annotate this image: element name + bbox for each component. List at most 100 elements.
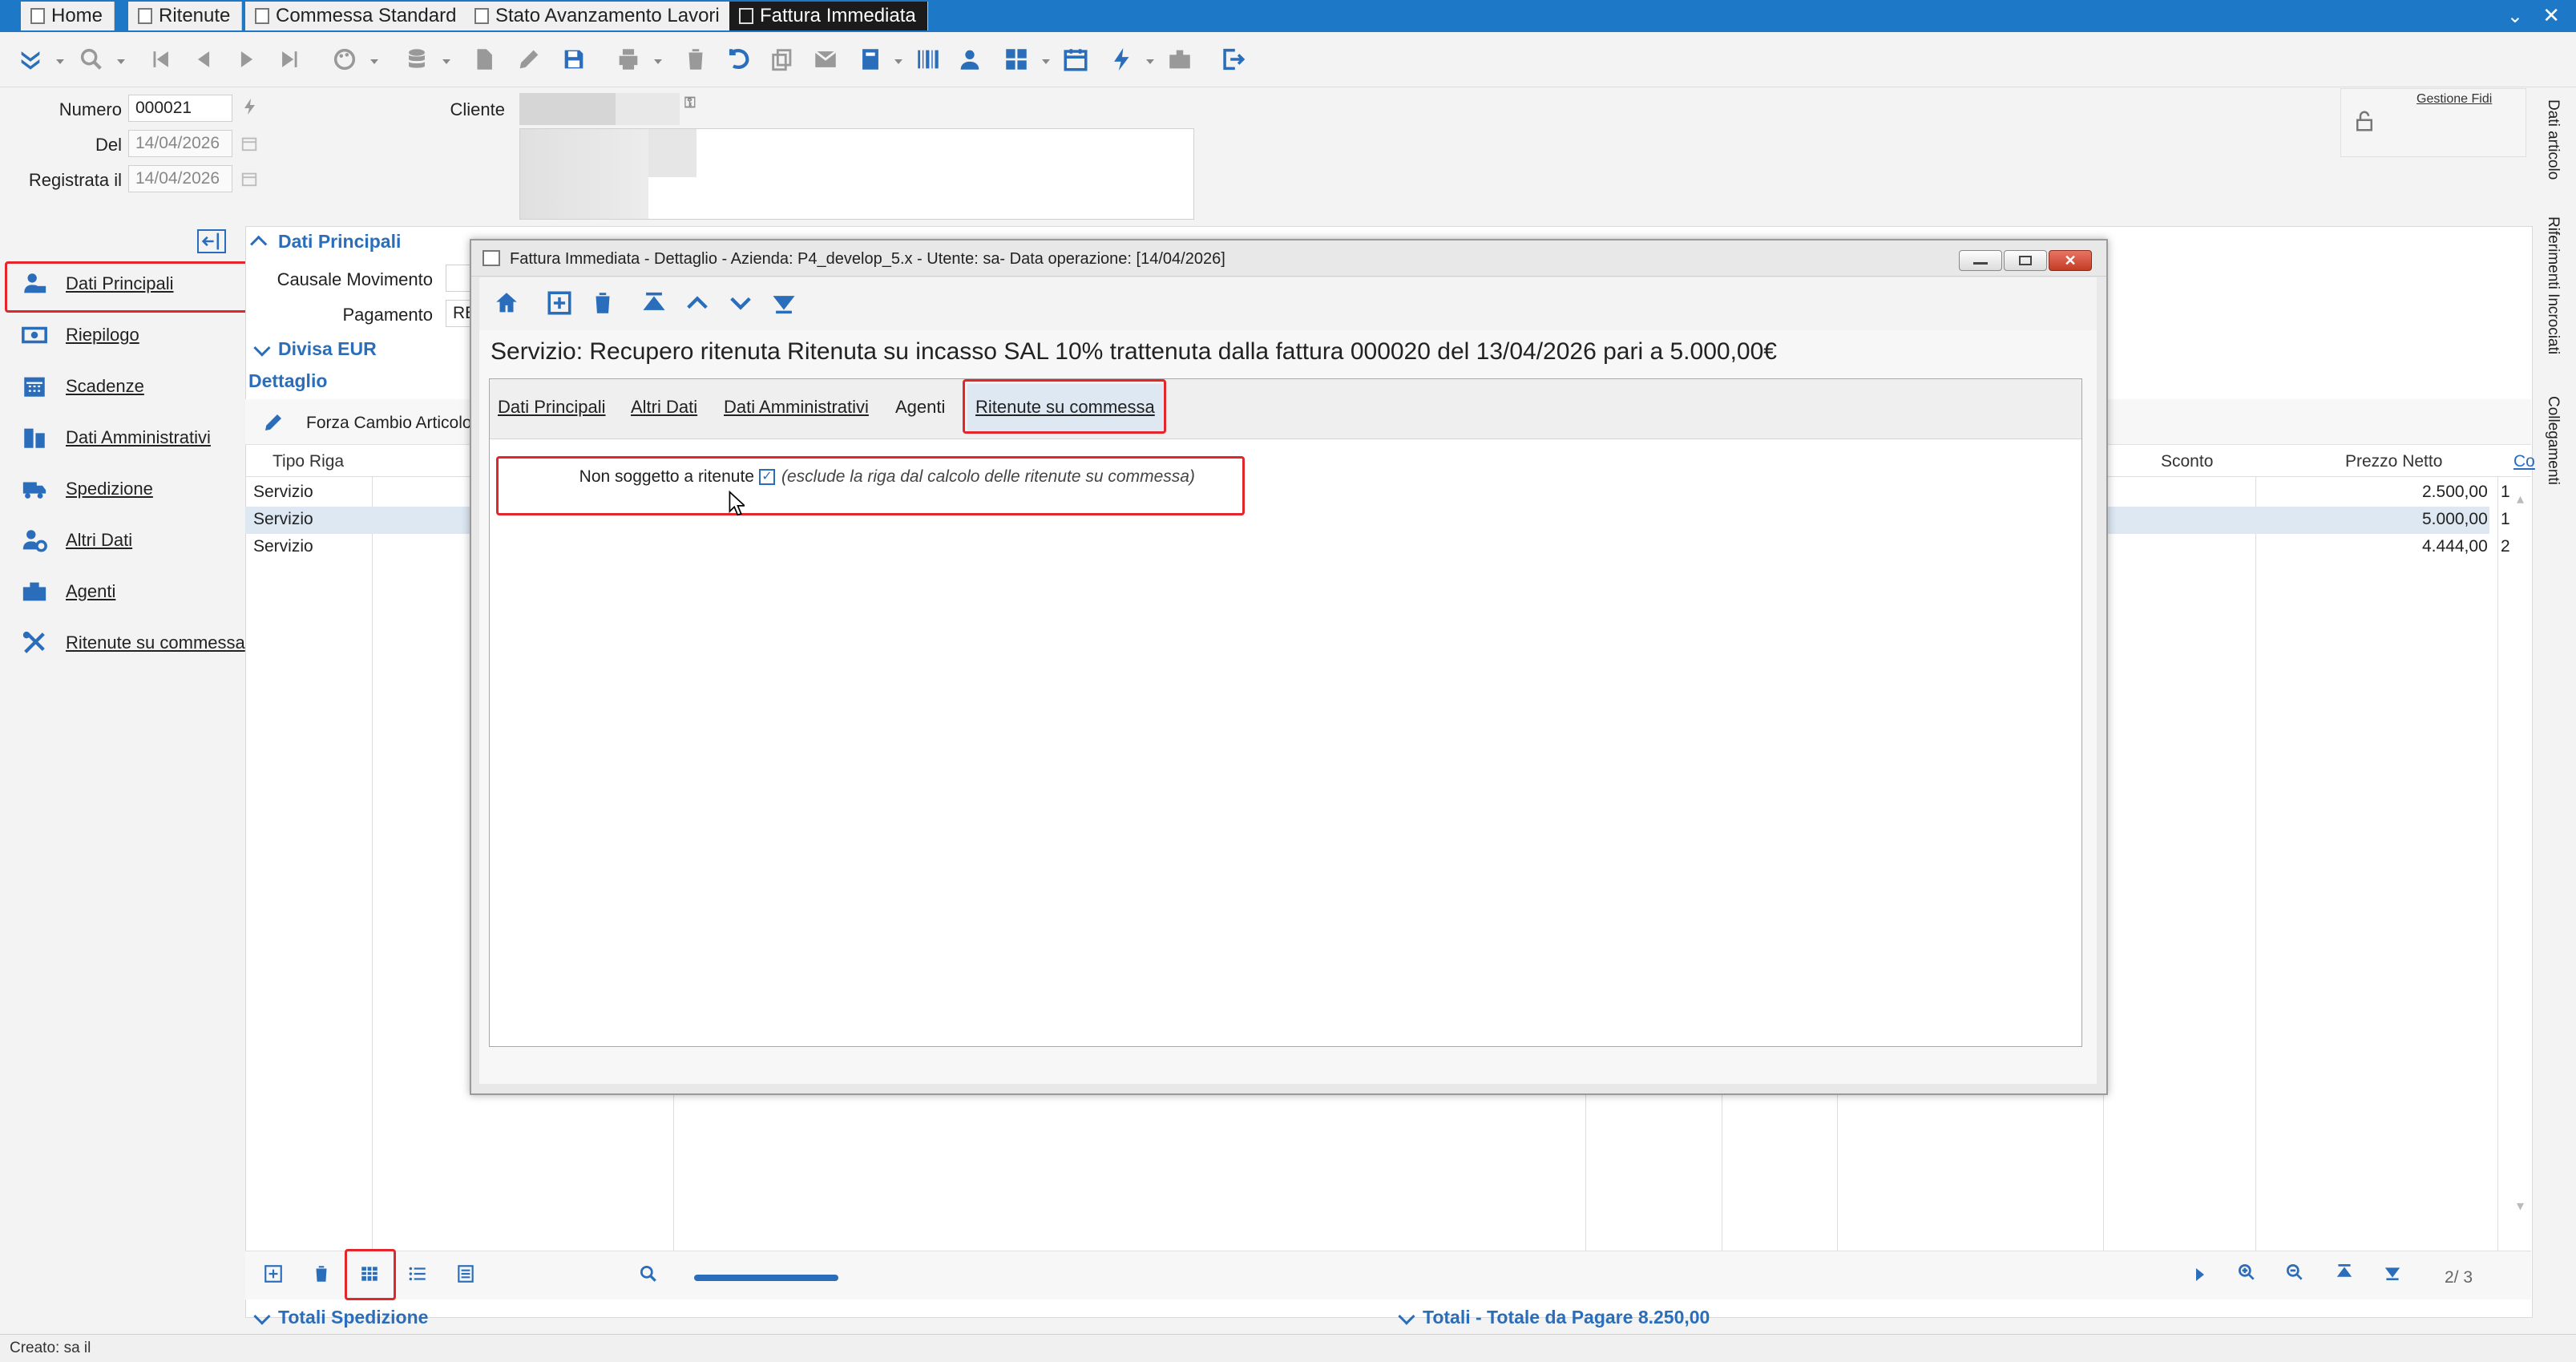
print-icon[interactable] (612, 43, 644, 75)
dialog-tab-altri-dati[interactable]: Altri Dati (631, 397, 697, 418)
maximize-button[interactable] (2004, 250, 2047, 271)
dialog-tab-dati-amministrativi[interactable]: Dati Amministrativi (724, 397, 869, 418)
go-bottom-icon[interactable] (2382, 1262, 2403, 1287)
grid-bottom-toolbar (245, 1251, 2531, 1299)
search-icon[interactable] (638, 1263, 659, 1289)
copy-icon[interactable] (766, 43, 798, 75)
database-icon[interactable] (401, 43, 433, 75)
horizontal-scrollbar[interactable] (694, 1275, 838, 1281)
nav-scadenze[interactable]: Scadenze (13, 364, 245, 409)
nav-agenti[interactable]: Agenti (13, 569, 245, 614)
scroll-down-icon[interactable]: ▾ (2517, 1198, 2524, 1214)
pager: 2/ 3 (2445, 1268, 2473, 1287)
riferimenti-incrociati-tab[interactable]: Riferimenti Incrociati (2544, 216, 2562, 354)
tab-commessa-standard[interactable]: Commessa Standard (245, 2, 469, 30)
col-tipo-riga[interactable]: Tipo Riga (273, 452, 344, 471)
barcode-icon[interactable] (912, 43, 944, 75)
calendar-icon[interactable] (240, 133, 258, 154)
new-document-icon[interactable] (468, 43, 500, 75)
list-icon[interactable] (407, 1263, 428, 1289)
tab-ritenute[interactable]: Ritenute (128, 2, 243, 30)
cell-tipo: Servizio (253, 510, 313, 528)
nav-altri-dati[interactable]: Altri Dati (13, 518, 245, 563)
lightning-icon[interactable] (1106, 43, 1138, 75)
cliente-address-box (519, 128, 1194, 220)
col-prezzo-netto[interactable]: Prezzo Netto (2345, 452, 2442, 471)
exit-icon[interactable] (1217, 43, 1249, 75)
zoom-out-icon[interactable] (2284, 1262, 2305, 1287)
collapse-panel-icon[interactable] (197, 229, 226, 253)
delete-icon[interactable] (680, 43, 712, 75)
dati-articolo-tab[interactable]: Dati articolo (2544, 99, 2562, 180)
nav-riepilogo[interactable]: Riepilogo (13, 313, 245, 358)
nav-dati-amministrativi[interactable]: Dati Amministrativi (13, 415, 245, 460)
dialog-tab-agenti[interactable]: Agenti (895, 397, 945, 418)
tab-home[interactable]: Home (21, 2, 115, 30)
edit-pencil-icon[interactable] (261, 410, 289, 434)
lock-icon[interactable] (2352, 105, 2376, 137)
add-icon[interactable] (543, 287, 575, 319)
search-icon[interactable] (75, 43, 107, 75)
delete-row-icon[interactable] (311, 1263, 332, 1289)
dialog-heading: Servizio: Recupero ritenuta Ritenuta su … (491, 338, 1777, 365)
del-date-field[interactable]: 14/04/2026 (128, 130, 232, 157)
edit-pencil-icon[interactable] (513, 43, 545, 75)
collapse-icon[interactable] (14, 43, 46, 75)
last-record-icon[interactable] (768, 287, 800, 319)
prev-record-icon[interactable] (188, 43, 220, 75)
section-totali-pagare[interactable]: Totali - Totale da Pagare 8.250,00 (1398, 1307, 1710, 1328)
close-icon[interactable]: ✕ (2542, 3, 2560, 28)
cell-prezzo: 4.444,00 (2422, 537, 2488, 556)
grid-icon[interactable] (1000, 43, 1032, 75)
form-view-icon[interactable] (455, 1263, 476, 1289)
close-button[interactable]: ✕ (2049, 250, 2092, 271)
collegamenti-tab[interactable]: Collegamenti (2544, 396, 2562, 485)
minimize-button[interactable] (1959, 250, 2002, 271)
first-record-icon[interactable] (638, 287, 670, 319)
calendar-icon[interactable] (240, 168, 258, 189)
section-totali-spedizione[interactable]: Totali Spedizione (253, 1307, 428, 1328)
zoom-in-icon[interactable] (2236, 1262, 2257, 1287)
scroll-up-icon[interactable]: ▴ (2517, 491, 2524, 507)
last-record-icon[interactable] (274, 43, 306, 75)
first-record-icon[interactable] (144, 43, 176, 75)
dialog-tab-dati-principali[interactable]: Dati Principali (498, 397, 606, 418)
tab-stato-avanzamento-lavori[interactable]: Stato Avanzamento Lavori (465, 2, 732, 30)
nav-ritenute-su-commessa[interactable]: Ritenute su commessa (13, 620, 245, 665)
add-row-icon[interactable] (263, 1263, 284, 1289)
gestione-fidi-link[interactable]: Gestione Fidi (2417, 92, 2492, 107)
section-divisa[interactable]: Divisa EUR (253, 338, 377, 360)
sort-az-icon[interactable]: ⚿ (684, 95, 709, 122)
home-icon[interactable] (491, 287, 523, 319)
delete-icon[interactable] (587, 287, 619, 319)
next-record-icon[interactable] (231, 43, 263, 75)
user-icon[interactable] (954, 43, 986, 75)
next-record-icon[interactable] (725, 287, 757, 319)
briefcase-icon[interactable] (1164, 43, 1196, 75)
mail-icon[interactable] (810, 43, 842, 75)
lightning-icon[interactable] (240, 95, 260, 119)
col-sconto[interactable]: Sconto (2161, 452, 2213, 471)
numero-field[interactable]: 000021 (128, 95, 232, 122)
go-top-icon[interactable] (2334, 1262, 2355, 1287)
save-icon[interactable] (558, 43, 590, 75)
dialog-panel: Dati Principali Altri Dati Dati Amminist… (489, 378, 2082, 1047)
forza-cambio-articolo[interactable]: Forza Cambio Articolo (306, 414, 472, 433)
scroll-right-icon[interactable] (2196, 1268, 2204, 1281)
undo-icon[interactable] (723, 43, 755, 75)
section-dati-principali[interactable]: Dati Principali (250, 231, 401, 253)
prev-record-icon[interactable] (681, 287, 713, 319)
col-extra[interactable]: Co (2513, 452, 2535, 471)
document-icon (138, 8, 152, 24)
left-nav: Dati Principali Riepilogo Scadenze Dati … (5, 226, 246, 1292)
nav-spedizione[interactable]: Spedizione (13, 467, 245, 511)
chevron-down-icon[interactable]: ⌄ (2507, 5, 2523, 28)
tools-icon (22, 631, 45, 653)
calculator-icon[interactable] (854, 43, 886, 75)
registrata-date-field[interactable]: 14/04/2026 (128, 165, 232, 192)
tab-fattura-immediata[interactable]: Fattura Immediata (729, 2, 928, 30)
palette-icon[interactable] (329, 43, 361, 75)
blurred-area (520, 129, 648, 219)
document-icon (255, 8, 269, 24)
calendar-icon[interactable] (1060, 43, 1092, 75)
